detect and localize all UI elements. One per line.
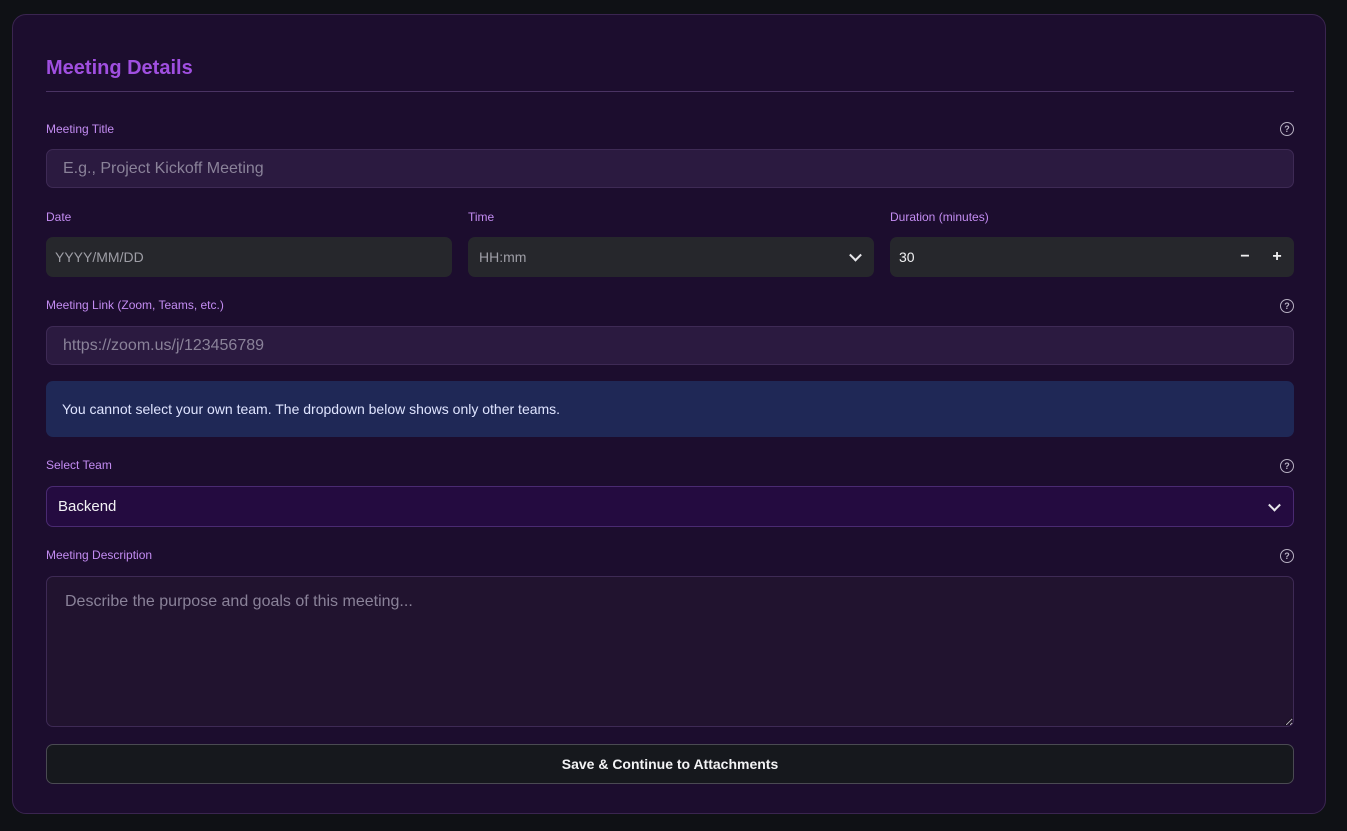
meeting-title-label: Meeting Title bbox=[46, 122, 115, 136]
duration-decrement-button[interactable]: − bbox=[1231, 237, 1259, 277]
duration-value: 30 bbox=[899, 249, 915, 265]
meeting-link-help-icon[interactable]: ? bbox=[1280, 299, 1294, 313]
time-placeholder: HH:mm bbox=[479, 249, 527, 265]
section-title: Meeting Details bbox=[46, 57, 193, 79]
team-selected-value: Backend bbox=[58, 498, 117, 515]
section-divider bbox=[46, 91, 1294, 92]
chevron-down-icon bbox=[1268, 498, 1281, 512]
meeting-description-label: Meeting Description bbox=[46, 548, 153, 562]
time-select[interactable]: HH:mm bbox=[468, 237, 874, 277]
meeting-title-help-icon[interactable]: ? bbox=[1280, 122, 1294, 136]
time-label: Time bbox=[468, 210, 495, 224]
team-select[interactable]: Backend bbox=[46, 486, 1294, 527]
meeting-link-input[interactable] bbox=[46, 326, 1294, 365]
duration-increment-button[interactable]: + bbox=[1263, 237, 1291, 277]
save-continue-button[interactable]: Save & Continue to Attachments bbox=[46, 744, 1294, 784]
select-team-label: Select Team bbox=[46, 458, 112, 472]
info-banner: You cannot select your own team. The dro… bbox=[46, 381, 1294, 437]
meeting-link-label: Meeting Link (Zoom, Teams, etc.) bbox=[46, 298, 224, 312]
duration-stepper[interactable]: 30 − + bbox=[890, 237, 1294, 277]
select-team-help-icon[interactable]: ? bbox=[1280, 459, 1294, 473]
date-input[interactable]: YYYY/MM/DD bbox=[46, 237, 452, 277]
duration-label: Duration (minutes) bbox=[890, 210, 989, 224]
date-label: Date bbox=[46, 210, 72, 224]
date-placeholder: YYYY/MM/DD bbox=[55, 249, 144, 265]
chevron-down-icon bbox=[849, 248, 862, 262]
meeting-description-help-icon[interactable]: ? bbox=[1280, 549, 1294, 563]
meeting-title-input[interactable] bbox=[46, 149, 1294, 188]
meeting-description-textarea[interactable] bbox=[46, 576, 1294, 727]
meeting-details-card: Meeting Details Meeting Title ? Date Tim… bbox=[12, 14, 1326, 814]
